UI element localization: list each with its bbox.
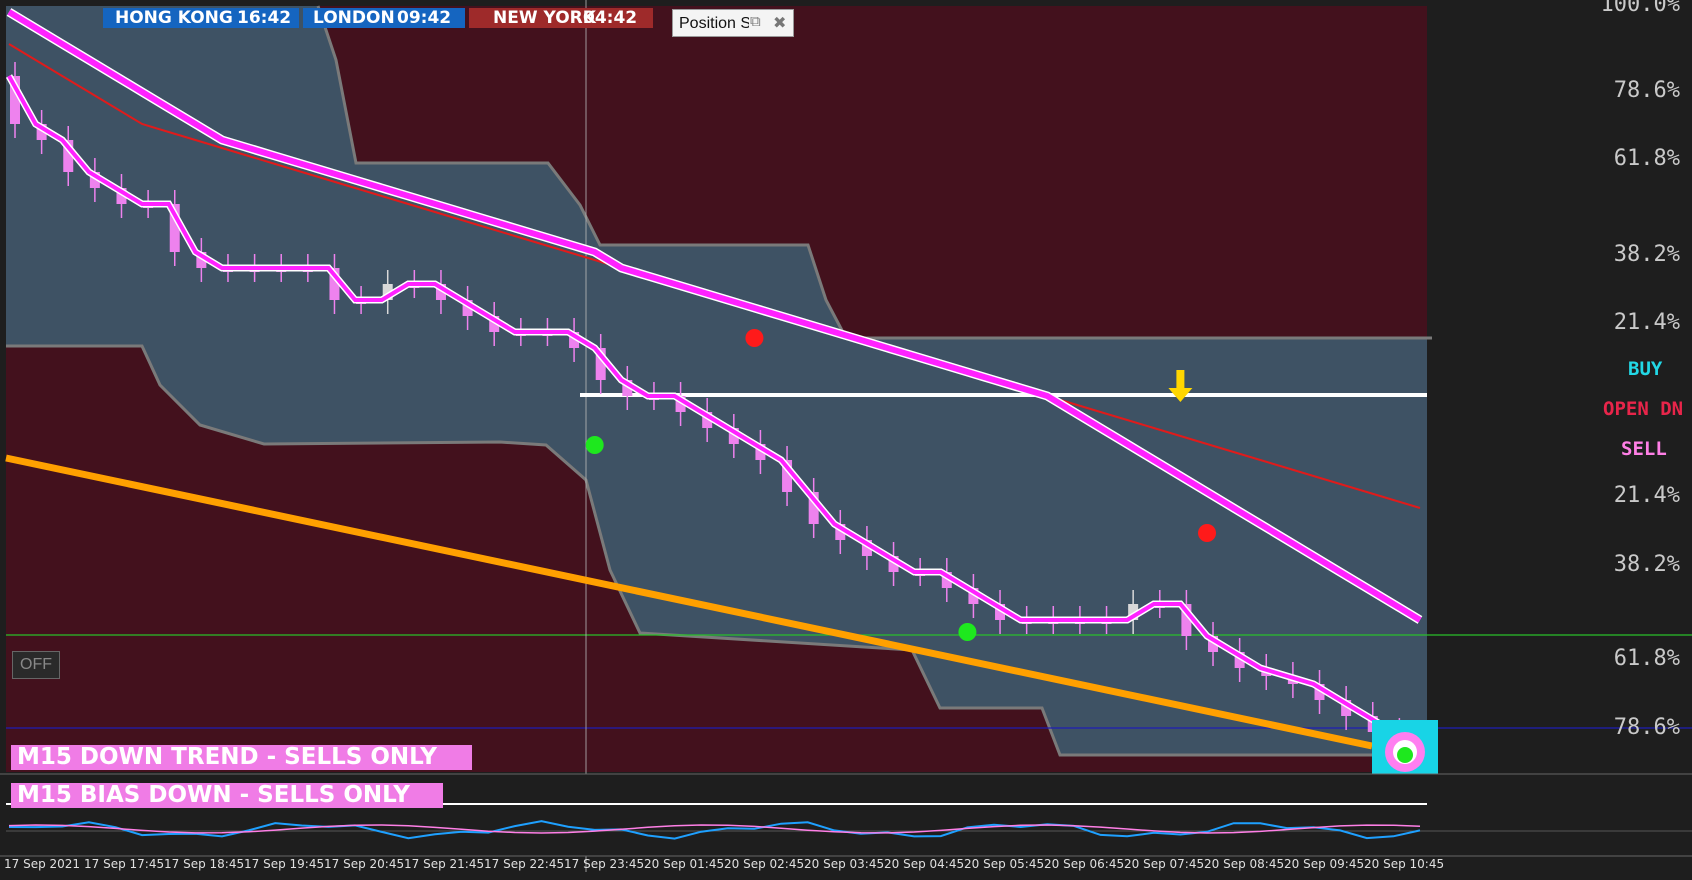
sell-dot	[1198, 524, 1217, 542]
x-tick-label: 20 Sep 10:45	[1364, 857, 1445, 871]
fib-level: 38.2%	[1613, 242, 1680, 267]
x-tick-label: 20 Sep 05:45	[964, 857, 1045, 871]
clock-new-york: NEW YORK 04:42	[469, 8, 653, 28]
buy-label: BUY	[1628, 358, 1663, 380]
fib-level: 78.6%	[1613, 715, 1680, 740]
x-tick-label: 17 Sep 17:45	[84, 857, 165, 871]
target-dot	[1397, 747, 1413, 763]
fib-level: 100.0%	[1600, 0, 1680, 17]
clock-london: LONDON 09:42	[303, 8, 465, 28]
trend-banner: M15 DOWN TREND - SELLS ONLY	[11, 745, 472, 770]
fib-level: 38.2%	[1613, 552, 1680, 577]
buy-dot	[958, 623, 977, 641]
fib-level: 78.6%	[1613, 78, 1680, 103]
sell-dot	[745, 329, 764, 347]
x-tick-label: 17 Sep 19:45	[244, 857, 325, 871]
x-tick-label: 20 Sep 02:45	[724, 857, 805, 871]
open-dn-label: OPEN DN	[1603, 398, 1684, 420]
x-tick-label: 20 Sep 07:45	[1124, 857, 1205, 871]
x-tick-label: 20 Sep 04:45	[884, 857, 965, 871]
fib-level: 61.8%	[1613, 646, 1680, 671]
clock-hong-kong: HONG KONG 16:42	[103, 8, 299, 28]
x-tick-label: 20 Sep 03:45	[804, 857, 885, 871]
sell-label: SELL	[1621, 438, 1667, 460]
x-tick-label: 17 Sep 23:45	[564, 857, 645, 871]
fib-level: 61.8%	[1613, 146, 1680, 171]
buy-dot	[585, 436, 604, 454]
restore-icon[interactable]: ⧉	[750, 13, 761, 30]
bias-banner: M15 BIAS DOWN - SELLS ONLY	[11, 783, 443, 808]
x-tick-label: 17 Sep 2021	[4, 857, 81, 871]
x-tick-label: 17 Sep 18:45	[164, 857, 245, 871]
x-tick-label: 17 Sep 22:45	[484, 857, 565, 871]
close-icon[interactable]: ✖	[773, 13, 786, 33]
x-tick-label: 20 Sep 01:45	[644, 857, 725, 871]
x-tick-label: 20 Sep 09:45	[1284, 857, 1365, 871]
fib-level: 21.4%	[1613, 310, 1680, 335]
off-button[interactable]: OFF	[12, 651, 60, 679]
fib-level: 21.4%	[1613, 483, 1680, 508]
position-size-panel[interactable]: Position Size ⧉ ✖	[672, 9, 794, 37]
x-tick-label: 17 Sep 20:45	[324, 857, 405, 871]
position-size-label: Position Size	[679, 15, 749, 32]
x-tick-label: 20 Sep 06:45	[1044, 857, 1125, 871]
x-tick-label: 20 Sep 08:45	[1204, 857, 1285, 871]
x-tick-label: 17 Sep 21:45	[404, 857, 485, 871]
